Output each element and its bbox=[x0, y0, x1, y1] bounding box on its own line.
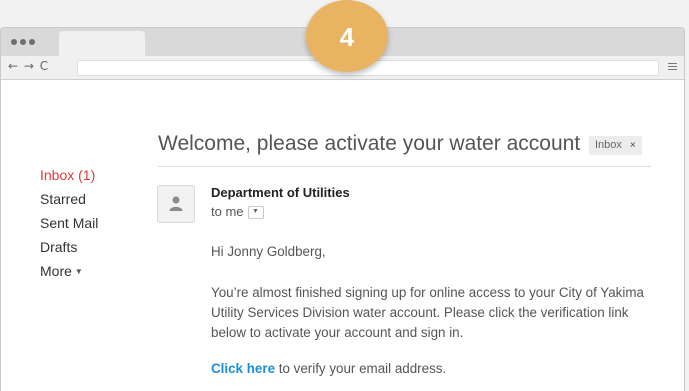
recipient-text: to me bbox=[211, 204, 244, 219]
chevron-down-icon[interactable]: ▼ bbox=[247, 206, 264, 220]
window-dot-close[interactable] bbox=[11, 39, 17, 45]
email-subject: Welcome, please activate your water acco… bbox=[158, 132, 581, 155]
window-controls[interactable] bbox=[11, 39, 35, 45]
sidebar-item-drafts[interactable]: Drafts bbox=[40, 235, 98, 259]
close-icon[interactable]: × bbox=[630, 140, 636, 151]
email-greeting: Hi Jonny Goldberg, bbox=[211, 244, 326, 259]
caret-down-icon: ▼ bbox=[74, 267, 83, 277]
sidebar-item-more[interactable]: More ▼ bbox=[40, 259, 98, 283]
sidebar-item-inbox[interactable]: Inbox (1) bbox=[40, 163, 98, 187]
sidebar-item-starred[interactable]: Starred bbox=[40, 187, 98, 211]
recipient-line: to me ▼ bbox=[211, 204, 264, 220]
browser-window: ← → C Inbox (1) Starred Sent Mail Drafts… bbox=[0, 27, 685, 391]
window-dot-maximize[interactable] bbox=[29, 39, 35, 45]
avatar bbox=[157, 185, 195, 223]
person-icon bbox=[169, 196, 183, 211]
sidebar-item-label: More bbox=[40, 263, 72, 279]
menu-icon[interactable] bbox=[668, 63, 677, 71]
verify-suffix: to verify your email address. bbox=[275, 361, 447, 376]
subject-divider bbox=[158, 166, 651, 167]
step-badge: 4 bbox=[306, 0, 388, 72]
label-chip-text: Inbox bbox=[595, 139, 622, 151]
inbox-label-chip: Inbox × bbox=[589, 136, 642, 155]
nav-buttons[interactable]: ← → C bbox=[8, 59, 49, 73]
sender-name: Department of Utilities bbox=[211, 185, 350, 200]
mail-sidebar: Inbox (1) Starred Sent Mail Drafts More ▼ bbox=[40, 163, 98, 283]
verify-line: Click here to verify your email address. bbox=[211, 359, 446, 379]
verify-link[interactable]: Click here bbox=[211, 361, 275, 376]
email-paragraph: You’re almost finished signing up for on… bbox=[211, 285, 644, 340]
browser-tab[interactable] bbox=[59, 31, 145, 56]
window-dot-minimize[interactable] bbox=[20, 39, 26, 45]
sidebar-item-sent-mail[interactable]: Sent Mail bbox=[40, 211, 98, 235]
